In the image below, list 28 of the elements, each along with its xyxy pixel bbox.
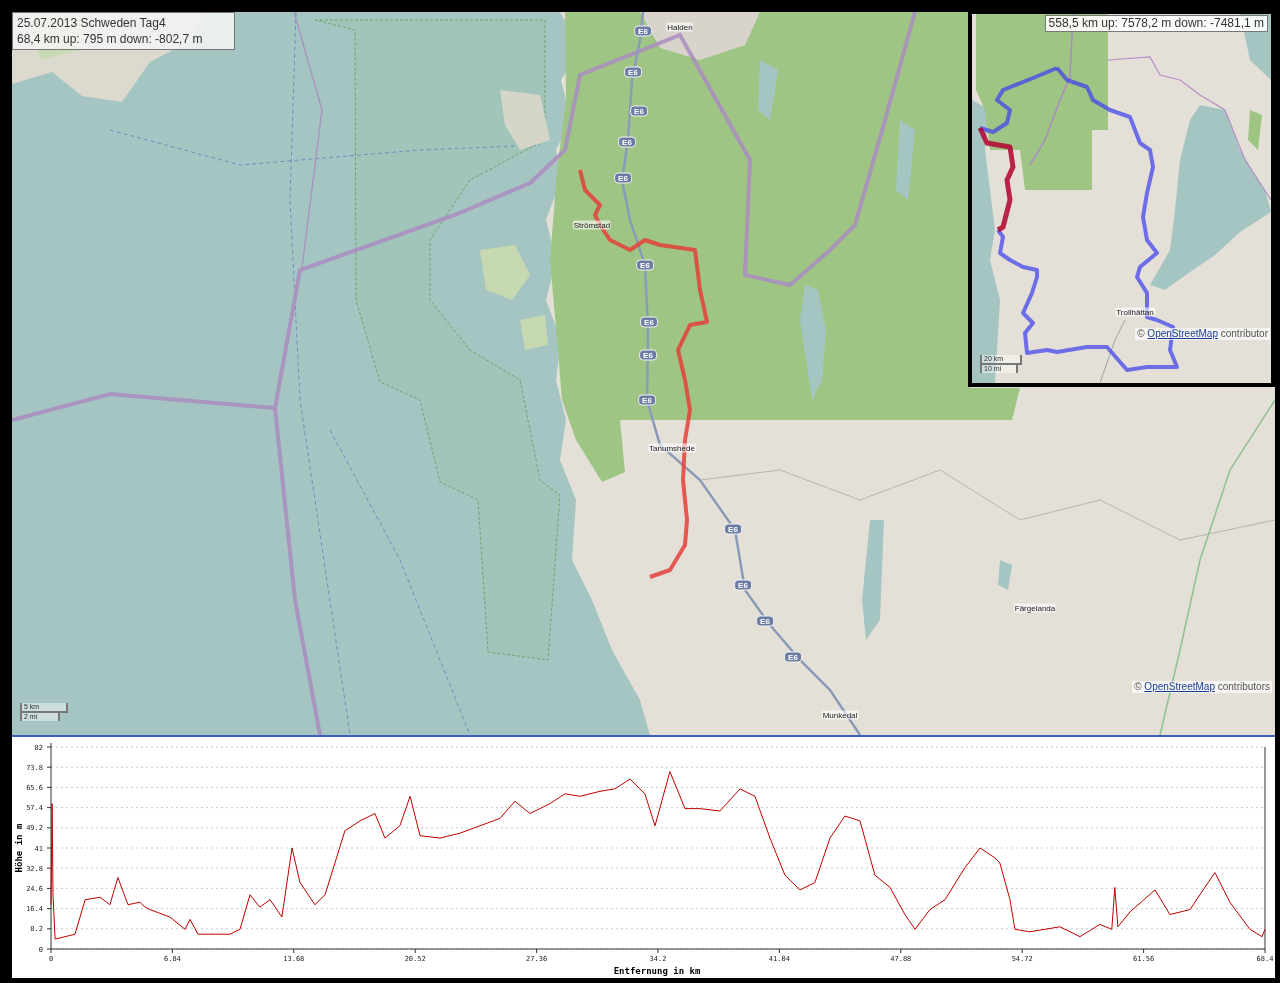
road-shield: E6 [784,651,802,663]
track-title: 25.07.2013 Schweden Tag4 [17,15,167,31]
road-shield: E6 [624,66,642,78]
road-shield: E6 [638,394,656,406]
place-label: Strömstad [572,220,612,230]
place-label: Färgelanda [1013,603,1057,613]
track-stats: 68,4 km up: 795 m down: -802,7 m [17,31,204,47]
place-label: Munkedal [821,710,859,720]
road-shield: E6 [639,349,657,361]
road-shield: E6 [636,259,654,271]
y-axis-title: Höhe in m [14,823,24,873]
road-shield: E6 [614,172,632,184]
road-shield: E6 [756,615,774,627]
road-shield: E6 [640,316,658,328]
place-label: Tanumshede [648,443,696,453]
road-shield: E6 [724,523,742,535]
place-label: Halden [666,22,694,32]
road-shield: E6 [734,579,752,591]
openstreetmap-link[interactable]: OpenStreetMap [1147,328,1218,339]
place-label: Trollhättan [1115,307,1155,317]
map-attribution: © OpenStreetMap contributors [1132,681,1272,693]
road-shield: E6 [634,25,652,37]
map-attribution: © OpenStreetMap contributor [1135,328,1270,340]
road-shield: E6 [618,136,636,148]
road-shield: E6 [630,105,648,117]
openstreetmap-link[interactable]: OpenStreetMap [1144,681,1215,692]
x-axis-title: Entfernung in km [613,966,701,976]
tour-stats: 558,5 km up: 7578,2 m down: -7481,1 m [1044,15,1268,32]
